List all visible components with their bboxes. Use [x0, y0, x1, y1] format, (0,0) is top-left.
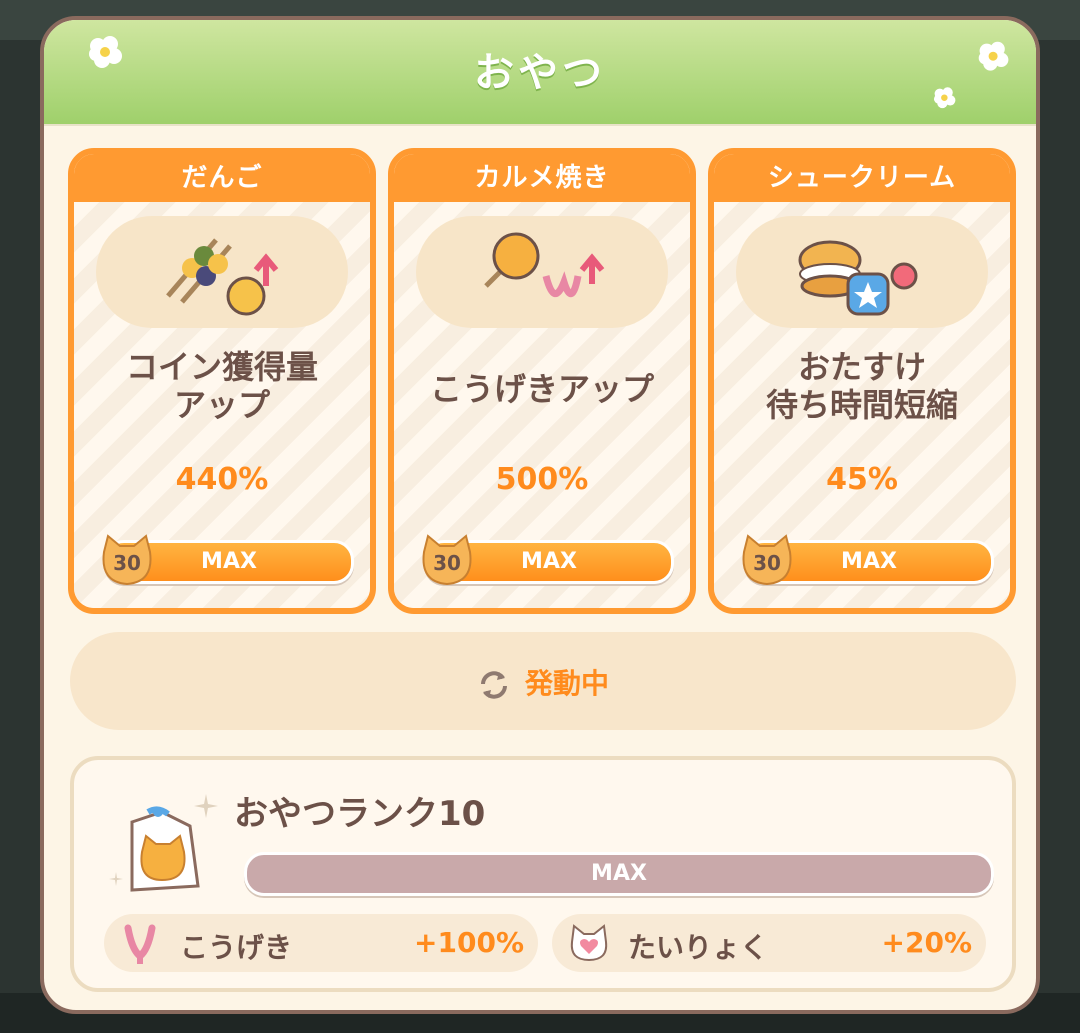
snack-card-dango[interactable]: だんご コイン獲得量 アップ 440% MAX 30: [68, 148, 376, 614]
effect-value: 500%: [495, 462, 589, 497]
karume-attack-up-icon: [416, 216, 668, 328]
cat-level-badge-icon: 30: [102, 534, 152, 586]
snack-bag-icon: [109, 794, 218, 892]
snack-card-karume[interactable]: カルメ焼き こうげきアップ 500% MAX 30: [388, 148, 696, 614]
active-status-button[interactable]: 発動中: [70, 632, 1016, 730]
refresh-icon: [480, 671, 507, 699]
rank-progress-bar: MAX: [244, 852, 994, 896]
effect-value: 45%: [826, 462, 898, 497]
effect-line-1: コイン獲得量: [125, 348, 318, 386]
stat-value: +100%: [414, 926, 524, 959]
stat-label: たいりょく: [628, 931, 769, 964]
snack-rank-panel: おやつランク10 MAX こうげき +100% たいりょく +20%: [70, 756, 1016, 992]
active-status-label: 発動中: [524, 667, 609, 700]
effect-line-2: 待ち時間短縮: [765, 386, 958, 424]
stat-attack: こうげき +100%: [104, 914, 538, 972]
cat-level-badge-icon: 30: [422, 534, 472, 586]
cat-level-badge-icon: 30: [742, 534, 792, 586]
stat-value: +20%: [881, 926, 972, 959]
svg-text:30: 30: [753, 551, 781, 575]
effect-line-1: こうげきアップ: [429, 370, 654, 408]
heart-icon: [570, 924, 608, 962]
stat-health: たいりょく +20%: [552, 914, 986, 972]
claw-icon: [124, 924, 156, 964]
rank-title: おやつランク10: [234, 794, 486, 834]
modal-title: おやつ: [474, 50, 606, 96]
effect-line-1: おたすけ: [797, 348, 926, 386]
snack-modal: おやつ だんご コイン獲得量 アップ 440% MAX 30 カルメ焼き こうげ…: [40, 16, 1040, 1014]
cream-puff-helper-icon: [736, 216, 988, 328]
snack-name: シュークリーム: [714, 154, 1010, 202]
modal-header: おやつ: [44, 20, 1036, 126]
svg-text:30: 30: [433, 551, 461, 575]
effect-value: 440%: [175, 462, 269, 497]
snack-card-cream-puff[interactable]: シュークリーム おたすけ 待ち時間短縮 45% MAX 30: [708, 148, 1016, 614]
svg-text:30: 30: [113, 551, 141, 575]
stat-label: こうげき: [180, 931, 293, 964]
effect-line-2: アップ: [173, 386, 270, 424]
snack-name: カルメ焼き: [394, 154, 690, 202]
snack-name: だんご: [74, 154, 370, 202]
dango-coin-up-icon: [96, 216, 348, 328]
